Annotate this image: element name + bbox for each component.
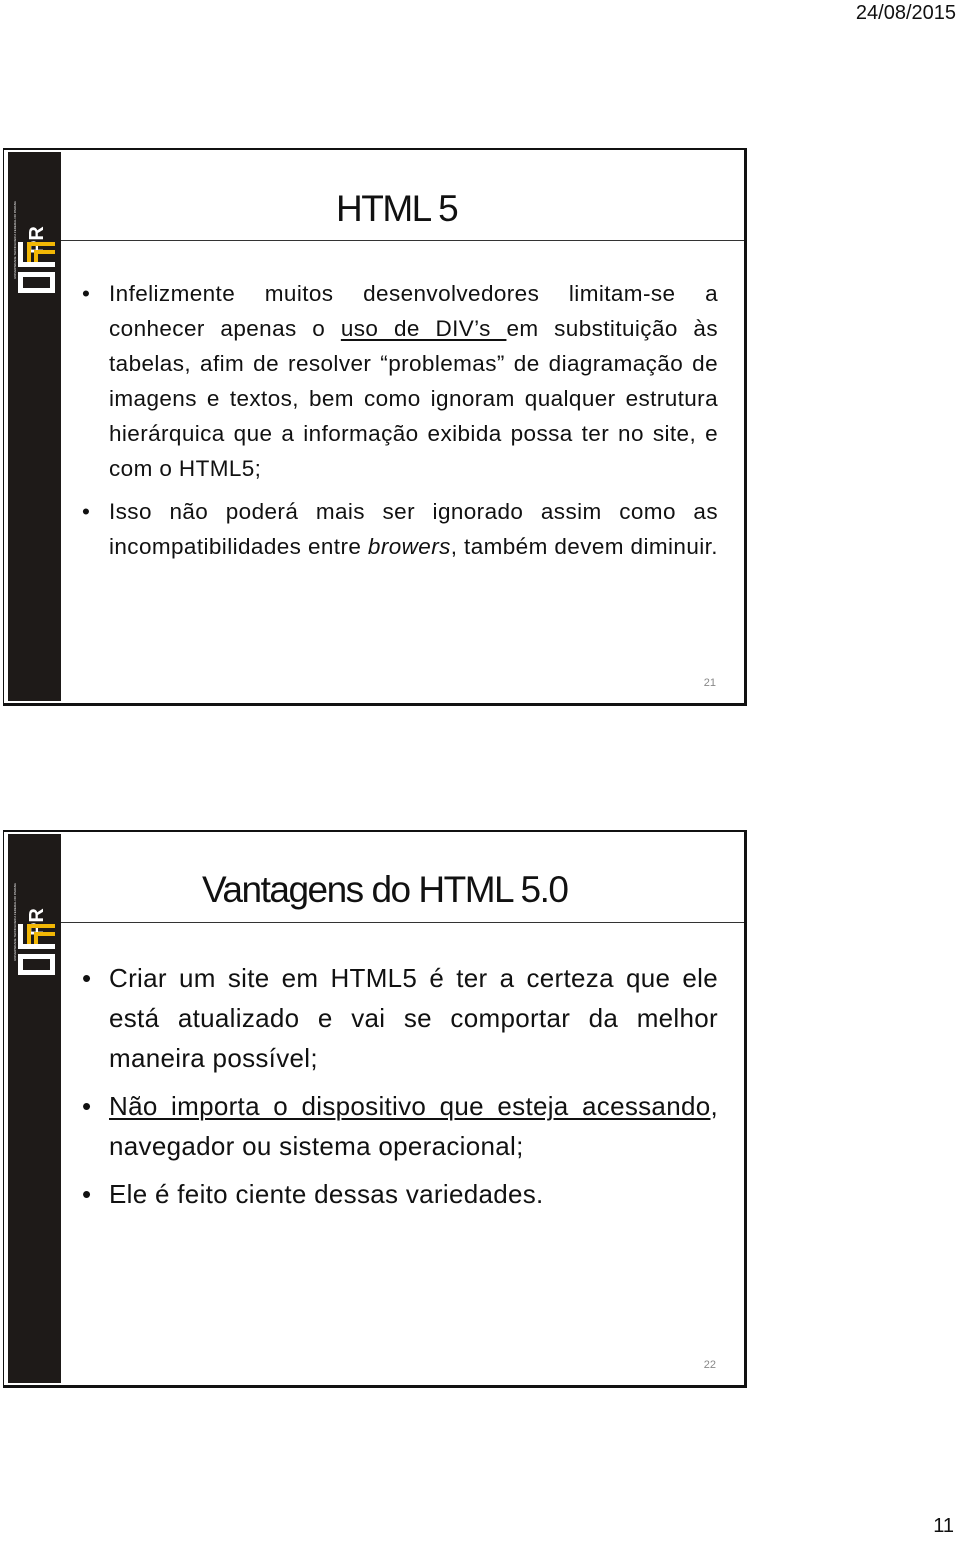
slide-title: Vantagens do HTML 5.0 [202,869,569,910]
title-divider [61,240,744,241]
page-date: 24/08/2015 [855,2,956,24]
bullet-list: • Infelizmente muitos desenvolvedores li… [78,276,718,572]
bullet-icon: • [82,963,92,993]
bullet-item: • Infelizmente muitos desenvolvedores li… [78,276,718,486]
bullet-icon: • [82,1091,92,1121]
page-number: 11 [933,1515,954,1537]
slide-sidebar: PR UNIVERSIDADE TECNOLÓGICA FEDERAL DO P… [8,152,61,701]
slide-title: HTML 5 [336,188,459,229]
bullet-text: Ele é feito ciente dessas variedades. [109,1179,544,1209]
bullet-list: • Criar um site em HTML5 é ter a certeza… [78,958,718,1222]
svg-text:UNIVERSIDADE TECNOLÓGICA FEDER: UNIVERSIDADE TECNOLÓGICA FEDERAL DO PARA… [14,883,17,961]
utfpr-logo-icon: PR UNIVERSIDADE TECNOLÓGICA FEDERAL DO P… [14,201,55,293]
bullet-icon: • [82,281,91,306]
bullet-item: • Isso não poderá mais ser ignorado assi… [78,494,718,564]
bullet-icon: • [82,1179,92,1209]
bullet-icon: • [82,499,91,524]
slide-number: 22 [703,1359,716,1371]
underlined-text: Não importa o dispositivo que esteja ace… [109,1091,711,1121]
bullet-text: , também devem diminuir. [450,534,718,559]
slide-sidebar: PR UNIVERSIDADE TECNOLÓGICA FEDERAL DO P… [8,834,61,1383]
italic-text: browers [367,534,451,559]
bullet-item: • Criar um site em HTML5 é ter a certeza… [78,958,718,1078]
bullet-text: Criar um site em HTML5 é ter a certeza q… [109,963,718,1073]
title-divider [61,922,744,923]
bullet-item: • Ele é feito ciente dessas variedades. [78,1174,718,1214]
slide-21: PR UNIVERSIDADE TECNOLÓGICA FEDERAL DO P… [3,148,747,706]
slide-22: PR UNIVERSIDADE TECNOLÓGICA FEDERAL DO P… [3,830,747,1388]
svg-text:UNIVERSIDADE TECNOLÓGICA FEDER: UNIVERSIDADE TECNOLÓGICA FEDERAL DO PARA… [14,201,17,279]
underlined-text: uso de DIV’s [340,316,507,341]
bullet-item: • Não importa o dispositivo que esteja a… [78,1086,718,1166]
utfpr-logo-icon: PR UNIVERSIDADE TECNOLÓGICA FEDERAL DO P… [14,883,55,975]
slide-number: 21 [703,677,716,689]
